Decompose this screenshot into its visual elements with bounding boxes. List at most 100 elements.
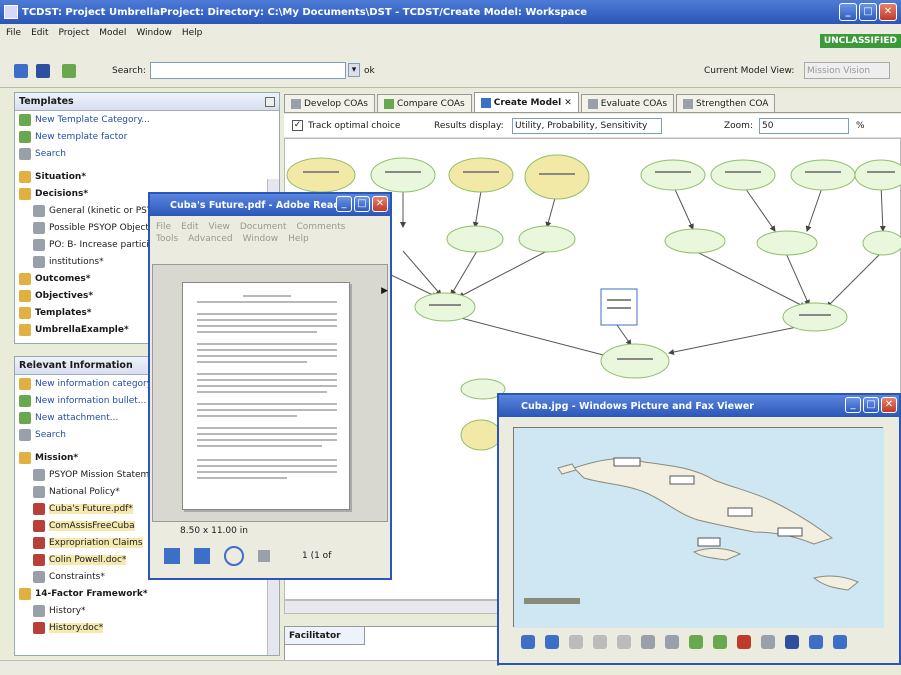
diagram-node[interactable]: [664, 228, 726, 254]
diagram-node[interactable]: [286, 157, 356, 193]
diagram-node[interactable]: [460, 419, 502, 451]
slideshow-icon[interactable]: [617, 635, 631, 649]
zoom-in-icon[interactable]: [641, 635, 655, 649]
delete-icon[interactable]: [737, 635, 751, 649]
tab-evaluate-coas[interactable]: Evaluate COAs: [580, 94, 675, 112]
menu-help[interactable]: Help: [182, 28, 203, 38]
action-search-templates[interactable]: Search: [15, 145, 279, 162]
zoom-select[interactable]: 50: [759, 118, 849, 134]
rotate-clockwise-icon[interactable]: [689, 635, 703, 649]
add-category-icon: [19, 113, 31, 126]
tree-item[interactable]: 14-Factor Framework*: [15, 585, 279, 602]
pdf-next-page-icon[interactable]: [258, 550, 270, 562]
diagram-node[interactable]: [710, 159, 776, 191]
wand-icon[interactable]: [62, 64, 76, 78]
tab-create-model[interactable]: Create Model ✕: [473, 92, 579, 112]
canvas-hscrollbar[interactable]: [284, 600, 499, 614]
tree-item[interactable]: History*: [15, 602, 279, 619]
edit-icon[interactable]: [809, 635, 823, 649]
action-new-template-category[interactable]: New Template Category...: [15, 111, 279, 128]
pdf-minimize-button[interactable]: _: [336, 196, 352, 212]
pdf-menu-view[interactable]: View: [209, 222, 230, 232]
menu-window[interactable]: Window: [136, 28, 172, 38]
pdf-page-arrow-icon[interactable]: ▶: [381, 286, 388, 296]
diagram-node[interactable]: [448, 157, 514, 193]
tab-develop-coas[interactable]: Develop COAs: [284, 94, 375, 112]
open-icon[interactable]: [14, 64, 28, 78]
pdf-menu-help[interactable]: Help: [288, 234, 309, 244]
map-close-button[interactable]: ✕: [881, 397, 897, 413]
pdf-maximize-button[interactable]: □: [354, 196, 370, 212]
pdf-menu-edit[interactable]: Edit: [181, 222, 198, 232]
minimize-button[interactable]: _: [839, 3, 857, 21]
folder-icon: [19, 170, 31, 183]
diagram-node[interactable]: [524, 154, 590, 200]
current-model-view-field[interactable]: [804, 62, 890, 79]
diagram-node[interactable]: [782, 302, 848, 332]
rotate-counterclockwise-icon[interactable]: [713, 635, 727, 649]
item-icon: [33, 255, 45, 268]
help-icon[interactable]: [833, 635, 847, 649]
next-image-icon[interactable]: [545, 635, 559, 649]
item-icon: [33, 519, 45, 532]
pdf-close-button[interactable]: ✕: [372, 196, 388, 212]
search-dropdown[interactable]: ▾: [348, 63, 360, 77]
close-button[interactable]: ✕: [879, 3, 897, 21]
tab-compare-coas[interactable]: Compare COAs: [376, 94, 472, 112]
tree-item-label: Expropriation Claims: [49, 537, 143, 548]
menu-bar: File Edit Project Model Window Help: [0, 24, 901, 42]
best-fit-icon[interactable]: [569, 635, 583, 649]
diagram-node[interactable]: [854, 159, 901, 191]
pdf-menu-window[interactable]: Window: [243, 234, 279, 244]
map-minimize-button[interactable]: _: [845, 397, 861, 413]
map-maximize-button[interactable]: □: [863, 397, 879, 413]
actual-size-icon[interactable]: [593, 635, 607, 649]
diagram-node[interactable]: [370, 157, 436, 193]
diagram-node[interactable]: [446, 225, 504, 253]
search-option[interactable]: ok: [364, 66, 375, 76]
tree-item-label: National Policy*: [49, 486, 120, 497]
diagram-node[interactable]: [862, 230, 901, 256]
zoom-out-icon[interactable]: [665, 635, 679, 649]
pdf-zoom-icon[interactable]: [194, 548, 210, 564]
diagram-node[interactable]: [414, 292, 476, 322]
diagram-node[interactable]: [756, 230, 818, 256]
pdf-menu-tools[interactable]: Tools: [156, 234, 178, 244]
diagram-node[interactable]: [600, 343, 670, 379]
diagram-edges: [320, 184, 886, 359]
close-tab-icon[interactable]: ✕: [564, 98, 572, 108]
attachment-icon: [19, 411, 31, 424]
save-icon[interactable]: [785, 635, 799, 649]
tree-item[interactable]: History.doc*: [15, 619, 279, 636]
pdf-menu-file[interactable]: File: [156, 222, 171, 232]
menu-project[interactable]: Project: [59, 28, 90, 38]
tree-item-label: Cuba's Future.pdf*: [49, 503, 133, 514]
tab-icon: [587, 98, 598, 109]
diagram-node[interactable]: [640, 159, 706, 191]
pdf-previous-page-icon[interactable]: [224, 546, 244, 566]
print-icon[interactable]: [761, 635, 775, 649]
pdf-menu-comments[interactable]: Comments: [297, 222, 346, 232]
save-icon[interactable]: [36, 64, 50, 78]
menu-edit[interactable]: Edit: [31, 28, 48, 38]
pdf-menu-advanced[interactable]: Advanced: [188, 234, 232, 244]
action-new-template-factor[interactable]: New template factor: [15, 128, 279, 145]
tree-item-label: History.doc*: [49, 622, 104, 633]
track-optimal-checkbox[interactable]: ✓: [292, 120, 303, 131]
results-display-select[interactable]: Utility, Probability, Sensitivity: [512, 118, 662, 134]
tree-item[interactable]: Situation*: [15, 168, 279, 185]
minimize-panel-button[interactable]: [265, 96, 275, 107]
tab-strengthen-coa[interactable]: Strengthen COA: [676, 94, 776, 112]
diagram-node[interactable]: [518, 225, 576, 253]
diagram-node[interactable]: [790, 159, 856, 191]
maximize-button[interactable]: □: [859, 3, 877, 21]
search-input[interactable]: [150, 62, 346, 79]
menu-file[interactable]: File: [6, 28, 21, 38]
folder-icon: [19, 187, 31, 200]
pdf-menu-document[interactable]: Document: [240, 222, 287, 232]
pdf-hand-tool-icon[interactable]: [164, 548, 180, 564]
status-bar: [0, 660, 497, 675]
menu-model[interactable]: Model: [99, 28, 126, 38]
tab-facilitator[interactable]: Facilitator: [285, 627, 365, 645]
previous-image-icon[interactable]: [521, 635, 535, 649]
